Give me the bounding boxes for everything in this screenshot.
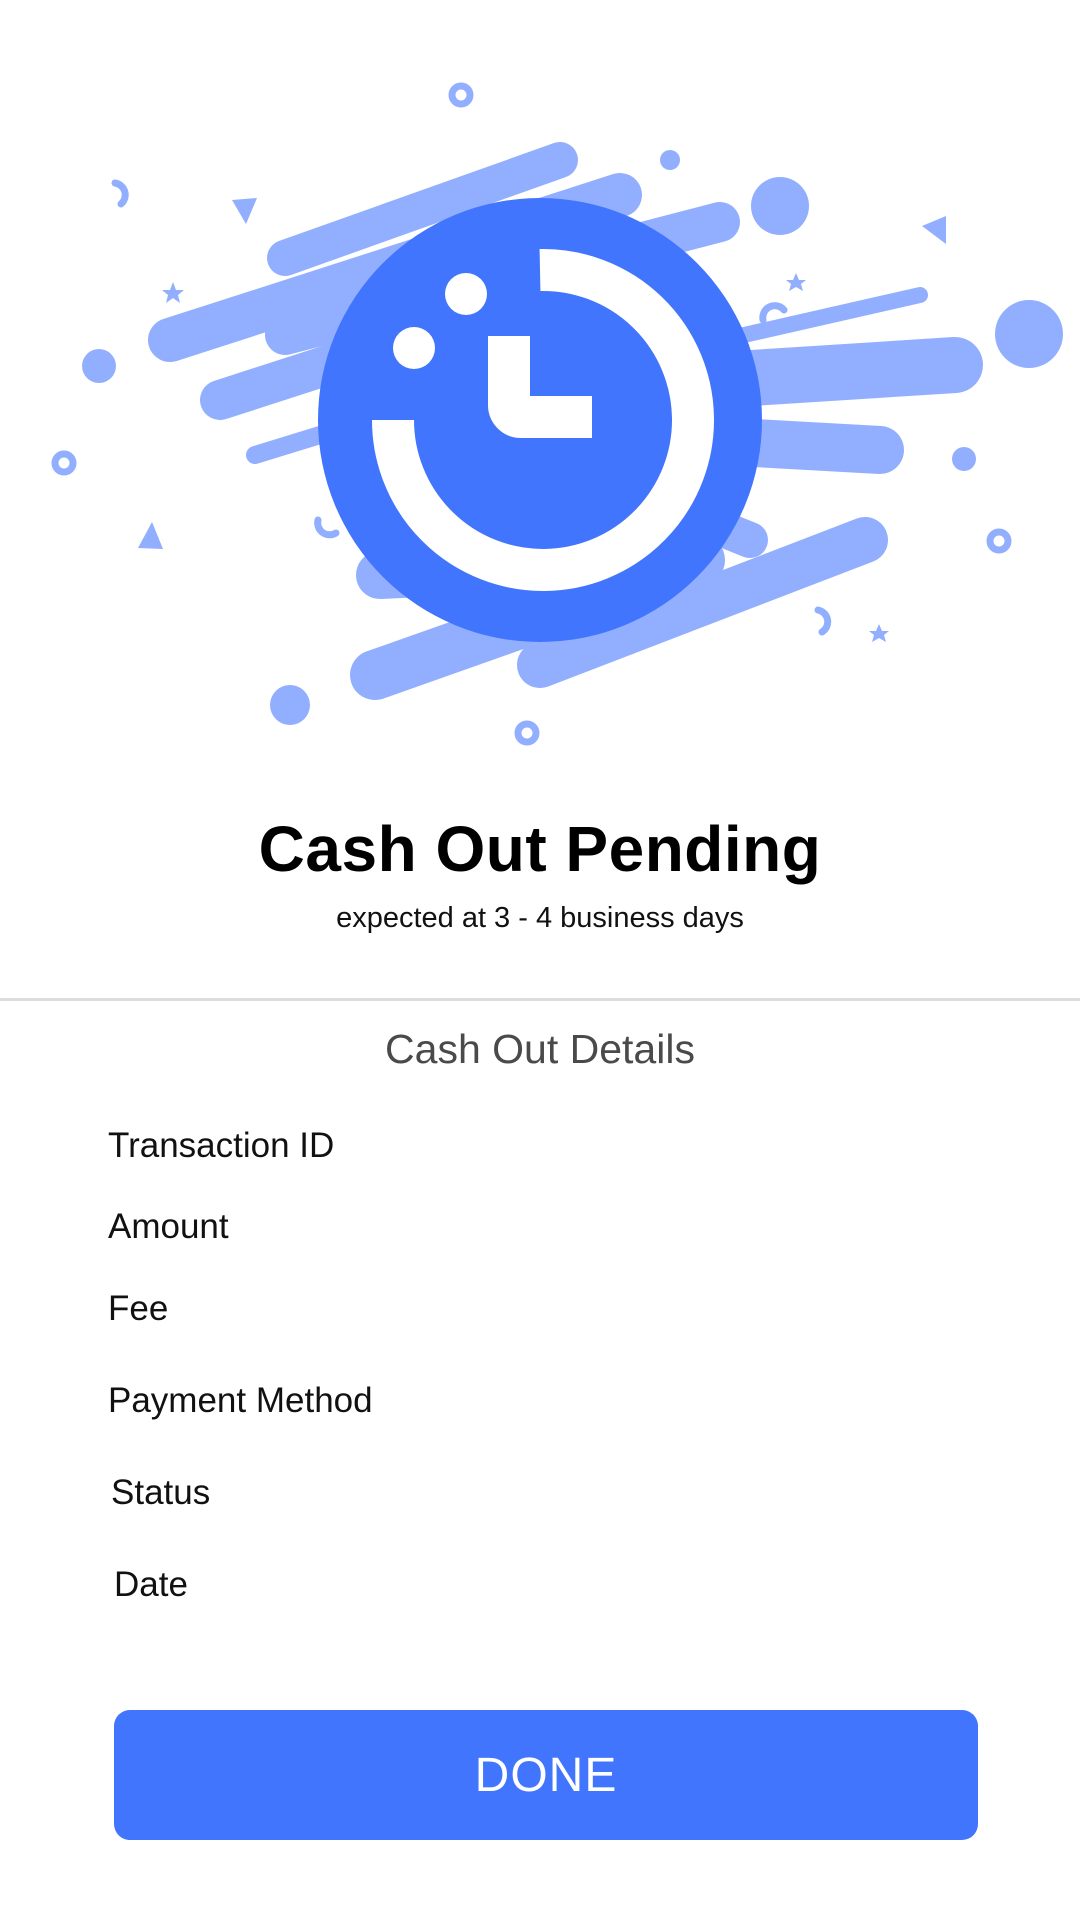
detail-label-amount: Amount [108, 1207, 229, 1246]
detail-label-transaction-id: Transaction ID [108, 1126, 335, 1165]
clock-pending-icon [51, 82, 1063, 746]
detail-label-date: Date [114, 1565, 188, 1604]
divider [0, 998, 1080, 1001]
detail-label-status: Status [111, 1473, 211, 1512]
page-subtitle: expected at 3 - 4 business days [336, 902, 744, 934]
page-title: Cash Out Pending [258, 813, 822, 885]
details-section-title: Cash Out Details [385, 1026, 695, 1072]
detail-label-fee: Fee [108, 1289, 169, 1328]
done-button[interactable]: DONE [114, 1710, 978, 1840]
hero-illustration [0, 0, 1080, 780]
detail-label-payment-method: Payment Method [108, 1381, 373, 1420]
